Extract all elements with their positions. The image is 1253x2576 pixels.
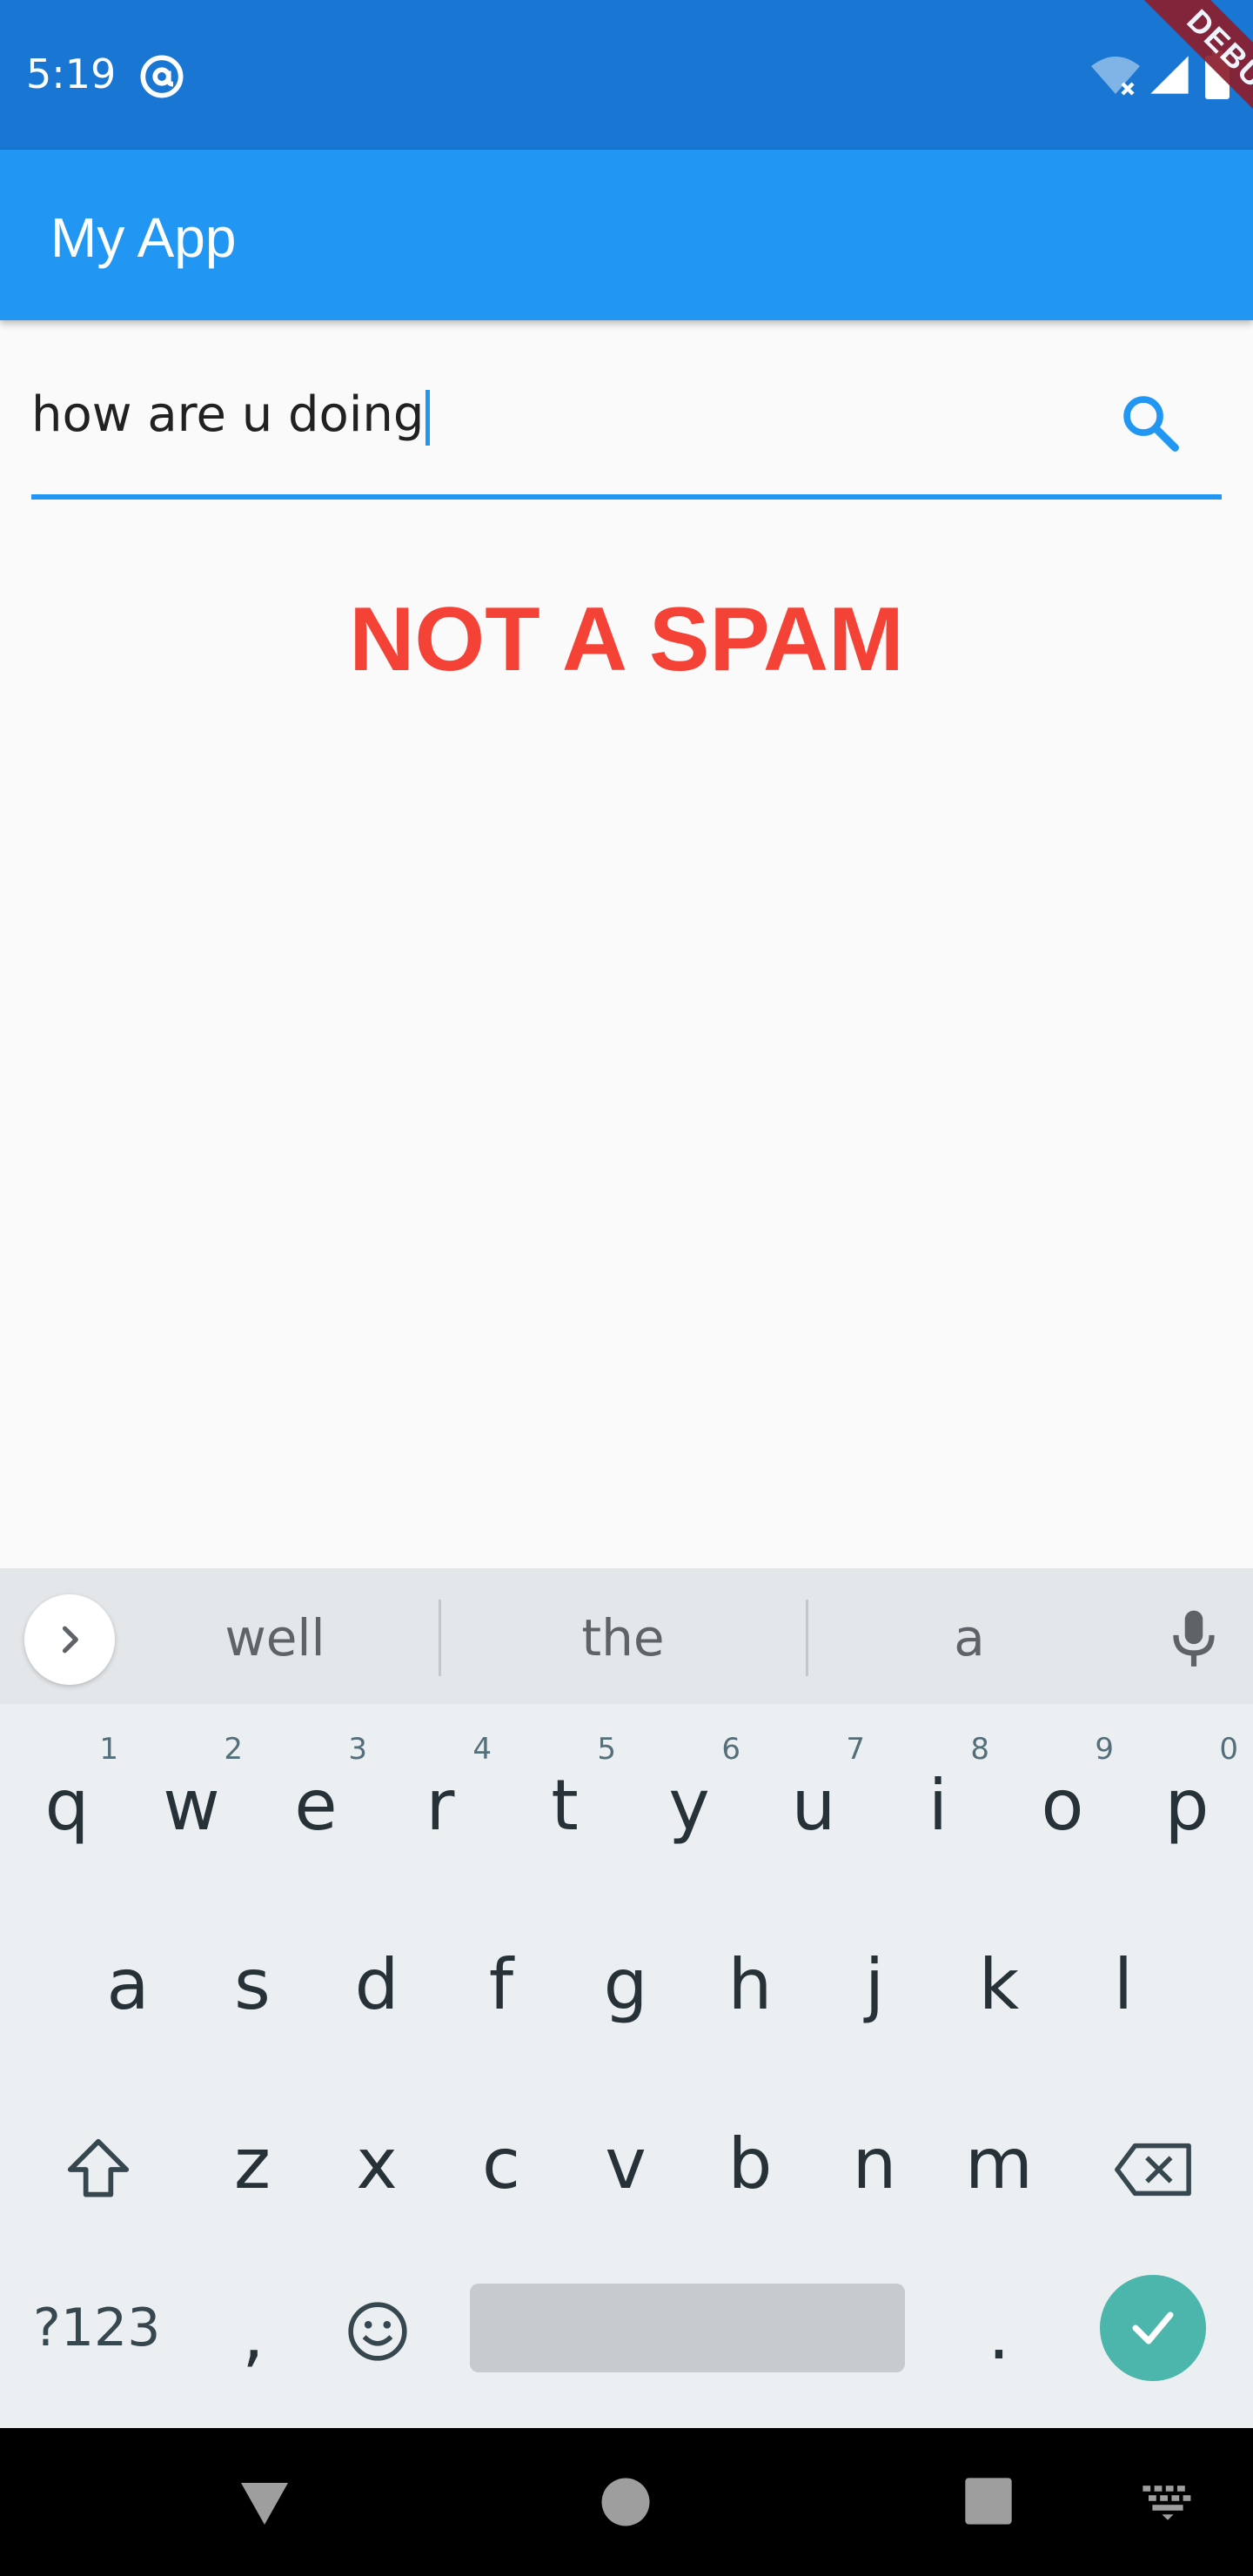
soft-keyboard: well the a q1 w2 e3 r4 t5 y6 u7 i8 o9 p0… <box>0 1568 1253 2428</box>
suggestion-divider <box>439 1600 441 1676</box>
text-caret <box>425 389 431 446</box>
key-p[interactable]: p0 <box>1125 1727 1249 1901</box>
key-d[interactable]: d <box>315 1906 439 2080</box>
navigation-bar <box>0 2428 1253 2576</box>
status-time: 5:19 <box>26 50 117 97</box>
key-m[interactable]: m <box>937 2085 1061 2259</box>
wifi-off-icon <box>1091 57 1140 96</box>
key-q[interactable]: q1 <box>5 1727 129 1901</box>
chevron-right-icon <box>62 1626 78 1654</box>
key-e[interactable]: e3 <box>254 1727 378 1901</box>
shift-icon <box>67 2138 130 2197</box>
key-h[interactable]: h <box>688 1906 812 2080</box>
key-f[interactable]: f <box>439 1906 563 2080</box>
expand-toolbar-button[interactable] <box>24 1594 115 1685</box>
emoji-icon <box>348 2302 407 2361</box>
at-sign-icon <box>140 55 184 98</box>
key-c[interactable]: c <box>439 2085 563 2259</box>
home-icon[interactable] <box>597 2473 654 2531</box>
suggestion-2[interactable]: the <box>492 1608 754 1667</box>
key-n[interactable]: n <box>813 2085 936 2259</box>
space-bar[interactable] <box>470 2284 905 2372</box>
suggestion-3[interactable]: a <box>839 1608 1100 1667</box>
key-b[interactable]: b <box>688 2085 812 2259</box>
emoji-key[interactable] <box>315 2247 439 2421</box>
shift-key[interactable] <box>35 2085 158 2259</box>
app-title: My App <box>50 206 237 269</box>
search-input[interactable]: how are u doing <box>31 386 431 446</box>
spam-result-label: NOT A SPAM <box>349 589 904 690</box>
suggestion-divider <box>806 1600 808 1676</box>
key-j[interactable]: j <box>813 1906 936 2080</box>
search-icon[interactable] <box>1117 390 1183 456</box>
search-input-text: how are u doing <box>31 386 425 443</box>
key-g[interactable]: g <box>564 1906 687 2080</box>
backspace-icon <box>1115 2143 1191 2197</box>
app-bar: My App <box>0 150 1253 320</box>
checkmark-icon <box>1132 2311 1174 2345</box>
recents-icon[interactable] <box>961 2473 1016 2529</box>
backspace-key[interactable] <box>1092 2085 1216 2259</box>
symbols-key[interactable]: ?123 <box>33 2298 160 2358</box>
key-k[interactable]: k <box>937 1906 1061 2080</box>
key-o[interactable]: o9 <box>1001 1727 1124 1901</box>
key-l[interactable]: l <box>1062 1906 1185 2080</box>
key-y[interactable]: y6 <box>627 1727 751 1901</box>
key-s[interactable]: s <box>191 1906 314 2080</box>
period-key[interactable]: . <box>937 2256 1061 2430</box>
key-x[interactable]: x <box>315 2085 439 2259</box>
key-r[interactable]: r4 <box>379 1727 502 1901</box>
status-bar: 5:19 DEBUG <box>0 0 1253 150</box>
key-v[interactable]: v <box>564 2085 687 2259</box>
key-z[interactable]: z <box>191 2085 314 2259</box>
key-t[interactable]: t5 <box>503 1727 626 1901</box>
enter-button[interactable] <box>1100 2275 1206 2381</box>
key-w[interactable]: w2 <box>130 1727 253 1901</box>
key-u[interactable]: u7 <box>752 1727 875 1901</box>
microphone-icon[interactable] <box>1166 1608 1222 1671</box>
key-a[interactable]: a <box>66 1906 190 2080</box>
search-field[interactable]: how are u doing <box>31 366 1222 500</box>
suggestion-1[interactable]: well <box>144 1608 405 1667</box>
key-i[interactable]: i8 <box>876 1727 1000 1901</box>
comma-key[interactable]: , <box>191 2256 315 2430</box>
signal-icon <box>1150 56 1189 94</box>
keyboard-switch-icon[interactable] <box>1140 2484 1196 2522</box>
suggestion-strip: well the a <box>0 1568 1253 1704</box>
back-icon[interactable] <box>233 2470 296 2532</box>
